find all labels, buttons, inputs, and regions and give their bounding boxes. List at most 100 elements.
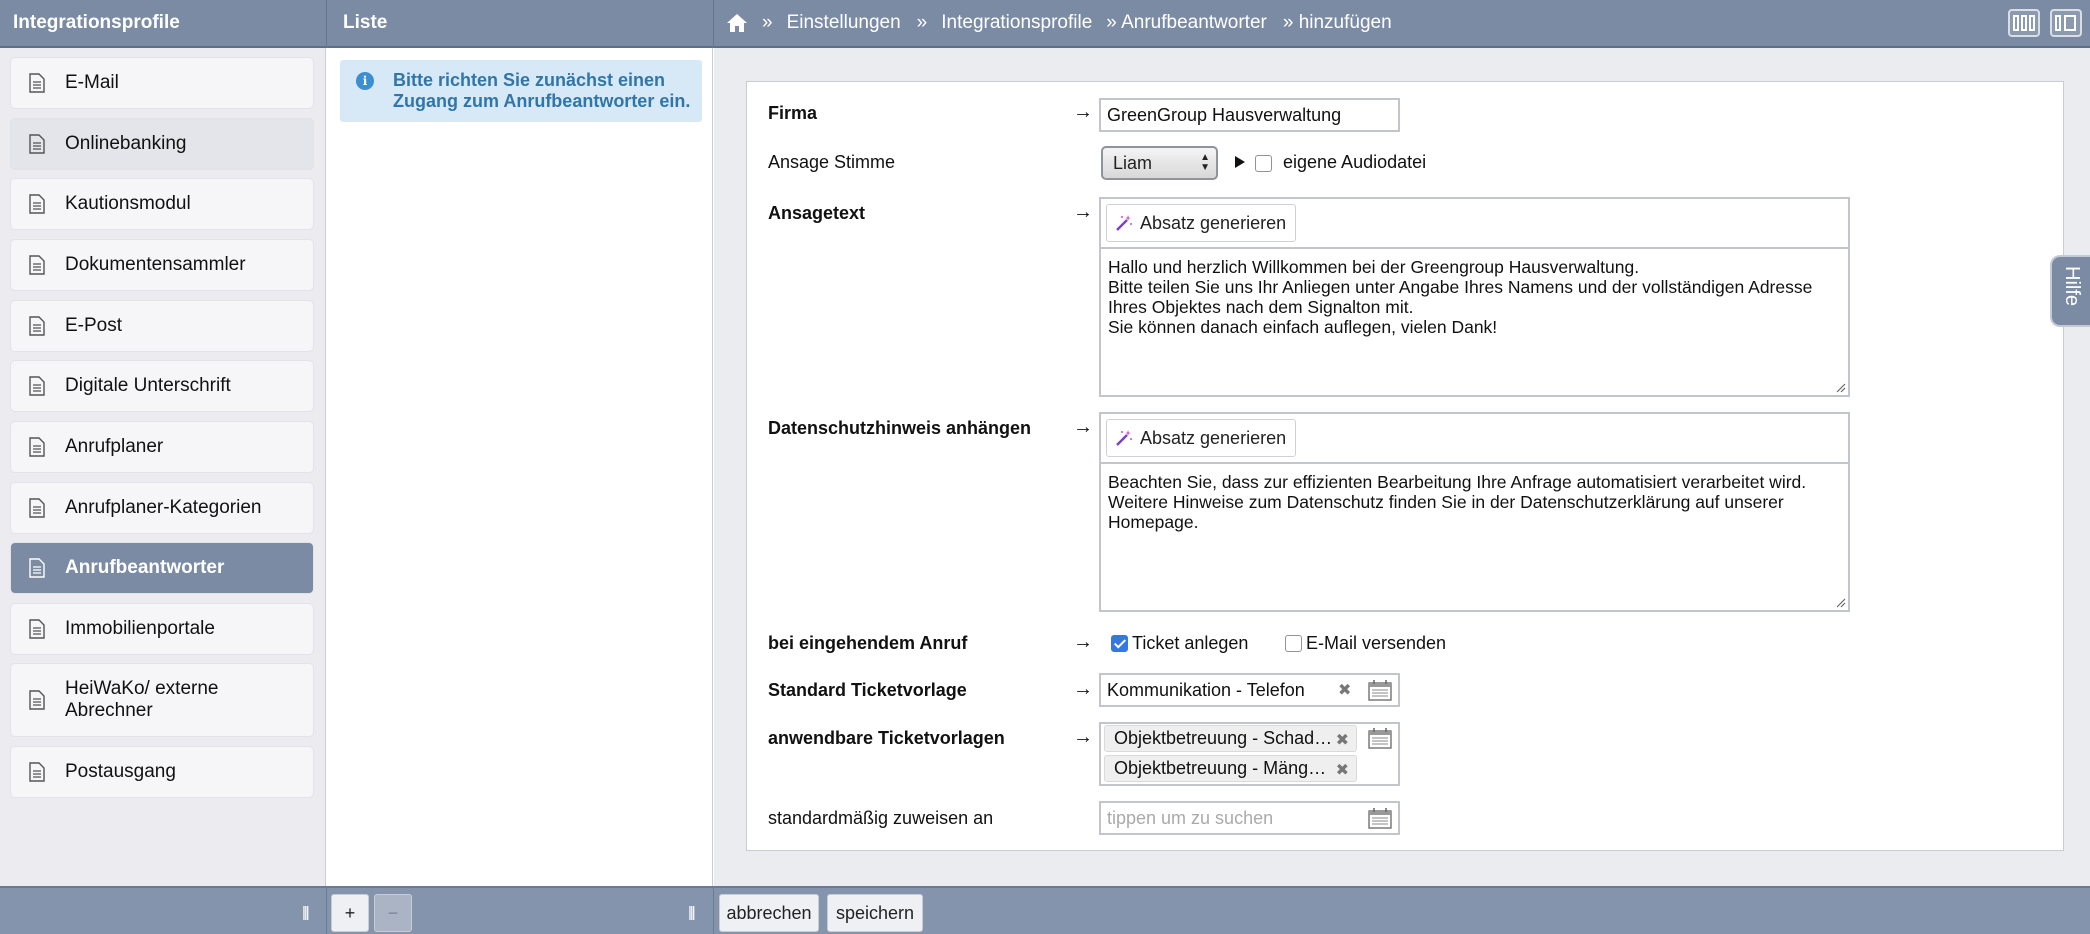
sidebar-item-immobilienportale[interactable]: Immobilienportale [10,603,314,655]
sidebar-item-label: Immobilienportale [65,618,215,639]
document-icon [29,255,45,275]
document-icon [29,437,45,457]
create-ticket-checkbox[interactable] [1111,635,1128,652]
applicable-templates-label: anwendbare Ticketvorlagen [768,728,1005,748]
document-icon [29,134,45,154]
info-icon: i [356,72,374,90]
sidebar-item-anrufbeantworter[interactable]: Anrufbeantworter [10,542,314,594]
picker-icon[interactable] [1368,679,1392,701]
sidebar-item-dokumentensammler[interactable]: Dokumentensammler [10,239,314,291]
ansagetext-label: Ansagetext [768,203,866,223]
sidebar-item-label: HeiWaKo/ externe Abrechner [65,678,219,721]
bottom-bar: ||| + − ||| abbrechen speichern [0,886,2090,934]
sidebar-item-label: Digitale Unterschrift [65,375,231,396]
breadcrumb: » Einstellungen » Integrationsprofile » … [726,0,1406,46]
firma-input[interactable]: GreenGroup Hausverwaltung [1099,98,1400,132]
standard-template-input[interactable]: Kommunikation - Telefon [1099,673,1400,707]
editor-toolbar: Absatz generieren [1101,199,1848,249]
sidebar-item-email[interactable]: E-Mail [10,57,314,109]
document-icon [29,690,45,710]
help-tab[interactable]: Hilfe [2050,255,2090,327]
resize-grip-icon[interactable] [1834,596,1846,608]
document-icon [29,619,45,639]
template-tag-label: Objektbetreuung - Schad… [1114,728,1333,748]
standard-template-value: Kommunikation - Telefon [1107,679,1305,700]
magic-wand-icon [1116,215,1132,231]
arrow-icon: → [1073,726,1093,748]
document-icon [29,498,45,518]
cancel-button[interactable]: abbrechen [719,894,819,932]
breadcrumb-current: » hinzufügen [1282,12,1392,33]
layout-three-columns-icon[interactable] [2008,9,2040,37]
breadcrumb-integrationsprofile[interactable]: Integrationsprofile [941,12,1092,34]
remove-icon[interactable]: ✖ [1336,730,1349,750]
generate-label: Absatz generieren [1140,427,1287,448]
ansagetext-editor: Absatz generieren Hallo und herzlich Wil… [1099,197,1850,397]
sidebar-item-postausgang[interactable]: Postausgang [10,746,314,798]
sidebar-item-onlinebanking[interactable]: Onlinebanking [10,118,314,170]
datenschutz-editor: Absatz generieren Beachten Sie, dass zur… [1099,412,1850,612]
own-audio-checkbox[interactable] [1255,155,1272,172]
resize-grip-icon[interactable] [1834,381,1846,393]
remove-button[interactable]: − [374,894,412,932]
datenschutz-label: Datenschutzhinweis anhängen [768,418,1032,438]
editor-toolbar: Absatz generieren [1101,414,1848,464]
remove-icon[interactable]: ✖ [1336,760,1349,780]
generate-paragraph-button[interactable]: Absatz generieren [1106,204,1297,242]
voice-select[interactable]: Liam ▲ ▼ [1101,146,1218,180]
sidebar-item-kautionsmodul[interactable]: Kautionsmodul [10,178,314,230]
sidebar-item-label: E-Mail [65,72,119,93]
magic-wand-icon [1116,430,1132,446]
firma-label: Firma [768,103,818,123]
ansagetext-textarea[interactable]: Hallo und herzlich Willkommen bei der Gr… [1101,249,1848,345]
picker-icon[interactable] [1368,807,1392,829]
resize-handle-icon[interactable]: ||| [302,904,310,921]
arrow-icon: → [1073,416,1093,438]
mid-panel-title: Liste [343,12,388,33]
datenschutz-textarea[interactable]: Beachten Sie, dass zur effizienten Bearb… [1101,464,1848,540]
breadcrumb-separator: » [916,12,928,33]
template-tag: Objektbetreuung - Mäng… ✖ [1104,755,1357,782]
info-text: Bitte richten Sie zunächst einen Zugang … [393,70,691,111]
left-panel-title: Integrationsprofile [13,12,180,33]
sidebar-item-label: Dokumentensammler [65,254,246,275]
document-icon [29,194,45,214]
layout-two-columns-icon[interactable] [2050,9,2082,37]
sidebar-item-epost[interactable]: E-Post [10,300,314,352]
sidebar-item-anrufplaner-kategorien[interactable]: Anrufplaner-Kategorien [10,482,314,534]
sidebar-item-label: Anrufplaner-Kategorien [65,497,262,518]
document-icon [29,762,45,782]
assign-search-input[interactable]: tippen um zu suchen [1099,801,1400,835]
arrow-icon: → [1073,101,1093,123]
picker-icon[interactable] [1368,727,1392,749]
breadcrumb-separator: » [762,12,773,33]
create-ticket-label: Ticket anlegen [1132,633,1249,653]
generate-paragraph-button[interactable]: Absatz generieren [1106,419,1297,457]
sidebar-item-anrufplaner[interactable]: Anrufplaner [10,421,314,473]
resize-handle-icon[interactable]: ||| [688,904,696,921]
send-email-checkbox[interactable] [1285,635,1302,652]
save-button[interactable]: speichern [827,894,923,932]
help-tab-label: Hilfe [2061,266,2083,307]
add-button[interactable]: + [331,894,369,932]
home-icon[interactable] [726,13,748,33]
template-tag: Objektbetreuung - Schad… ✖ [1104,725,1357,752]
sidebar-item-heiwako[interactable]: HeiWaKo/ externe Abrechner [10,663,314,737]
standard-template-label: Standard Ticketvorlage [768,680,967,700]
chevron-updown-icon: ▲ ▼ [1200,152,1210,173]
incoming-call-label: bei eingehendem Anruf [768,633,968,653]
sidebar-item-label: E-Post [65,315,123,336]
generate-label: Absatz generieren [1140,212,1287,233]
breadcrumb-anrufbeantworter[interactable]: » Anrufbeantworter [1106,12,1267,34]
own-audio-label: eigene Audiodatei [1283,152,1427,172]
remove-icon[interactable]: ✖ [1338,680,1351,700]
play-icon[interactable] [1234,155,1246,169]
sidebar-item-label: Postausgang [65,761,176,782]
ansage-stimme-label: Ansage Stimme [768,152,896,172]
sidebar-item-digitale-unterschrift[interactable]: Digitale Unterschrift [10,360,314,412]
document-icon [29,73,45,93]
sidebar-item-label: Anrufplaner [65,436,164,457]
breadcrumb-einstellungen[interactable]: Einstellungen [787,12,901,34]
sidebar-item-label: Anrufbeantworter [65,557,225,578]
arrow-icon: → [1073,631,1093,653]
